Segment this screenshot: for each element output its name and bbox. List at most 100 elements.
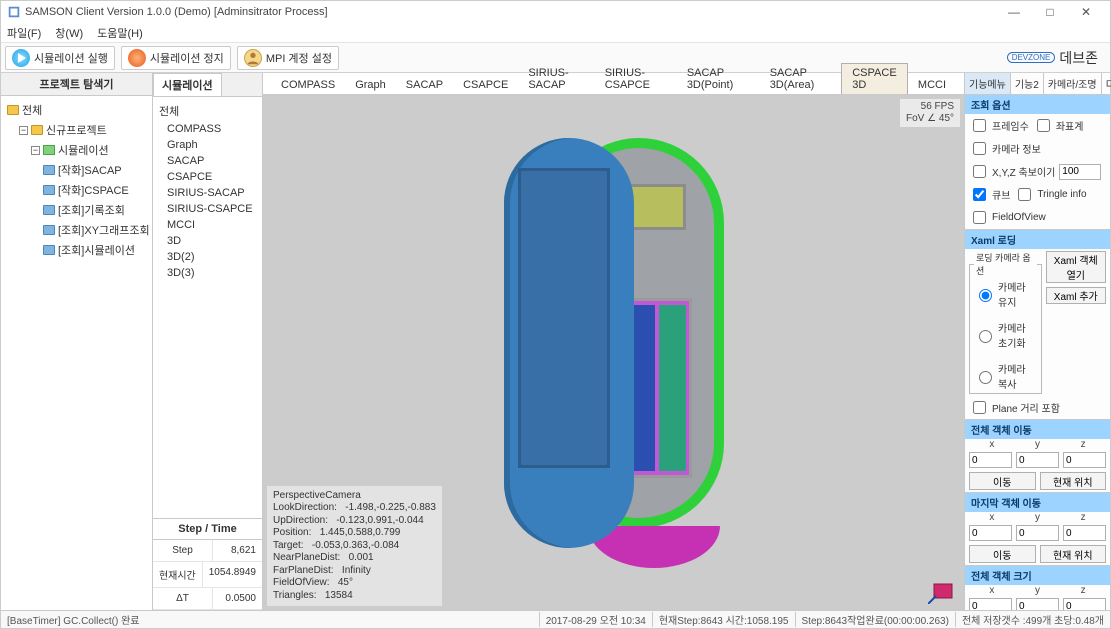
cb-caminfo[interactable]: 카메라 정보 (969, 139, 1041, 158)
project-tree: 전체 −신규프로젝트 −시뮬레이션 [작화]SACAP [작화]CSPACE [… (1, 96, 152, 264)
fps-overlay: 56 FPSFoV ∠ 45° (900, 99, 960, 127)
cb-tri[interactable]: Tringle info (1014, 185, 1086, 204)
view-tab[interactable]: SIRIUS-CSAPCE (595, 64, 677, 94)
xaml-open-button[interactable]: Xaml 객체 열기 (1046, 251, 1106, 283)
radio-keep-cam[interactable]: 카메라 유지 (974, 279, 1037, 309)
cb-frame[interactable]: 프레임수 (969, 116, 1029, 135)
move-last-current[interactable]: 현재 위치 (1040, 545, 1107, 563)
cb-xyzshow[interactable]: X,Y,Z 축보이기 (969, 162, 1055, 181)
list-item[interactable]: Graph (159, 137, 256, 153)
size-all-x[interactable] (969, 598, 1012, 610)
3d-viewport[interactable]: 56 FPSFoV ∠ 45° PerspectiveCameraLookDir… (263, 95, 964, 610)
move-all-y[interactable] (1016, 452, 1059, 468)
move-last-z[interactable] (1063, 525, 1106, 541)
cb-axis[interactable]: 좌표계 (1033, 116, 1084, 135)
list-item[interactable]: 3D(3) (159, 265, 256, 281)
size-all-y[interactable] (1016, 598, 1059, 610)
section-move-last: 마지막 객체 이동 (965, 493, 1110, 512)
expand-icon[interactable]: − (31, 146, 40, 155)
move-last-x[interactable] (969, 525, 1012, 541)
view-tab[interactable]: MCCI (908, 76, 956, 94)
simulation-list: 전체 COMPASS Graph SACAP CSAPCE SIRIUS-SAC… (153, 97, 262, 285)
tree-item-simview[interactable]: [조회]시뮬레이션 (3, 240, 150, 260)
radio-copy-cam[interactable]: 카메라 복사 (974, 361, 1037, 391)
leaf-icon (43, 225, 55, 235)
menu-window[interactable]: 창(W) (55, 25, 83, 41)
move-last-btn[interactable]: 이동 (969, 545, 1036, 563)
section-size-all: 전체 객체 크기 (965, 566, 1110, 585)
tree-item-sacap[interactable]: [작화]SACAP (3, 160, 150, 180)
status-step: 현재Step:8643 시간:1058.195 (652, 612, 795, 627)
expand-icon[interactable]: − (19, 126, 28, 135)
cb-fov[interactable]: FieldOfView (969, 208, 1046, 227)
view-tab[interactable]: SIRIUS-SACAP (518, 64, 594, 94)
view-tab[interactable]: CSPACE 3D (841, 63, 908, 94)
list-item[interactable]: MCCI (159, 217, 256, 233)
cb-cube[interactable]: 큐브 (969, 185, 1010, 204)
section-move-all: 전체 객체 이동 (965, 420, 1110, 439)
list-item[interactable]: 3D (159, 233, 256, 249)
move-last-y[interactable] (1016, 525, 1059, 541)
view-tab[interactable]: SACAP 3D(Point) (677, 64, 760, 94)
view-tab[interactable]: Graph (345, 76, 396, 94)
list-item[interactable]: SACAP (159, 153, 256, 169)
tree-item-record[interactable]: [조회]기록조회 (3, 200, 150, 220)
view-tab[interactable]: SACAP 3D(Area) (760, 64, 842, 94)
list-item[interactable]: SIRIUS-SACAP (159, 185, 256, 201)
mid-tab-simulation[interactable]: 시뮬레이션 (153, 73, 222, 96)
axis-gizmo[interactable] (928, 578, 958, 604)
view-tab[interactable]: CSAPCE (453, 76, 518, 94)
section-xaml: Xaml 로딩 (965, 230, 1110, 249)
move-all-z[interactable] (1063, 452, 1106, 468)
cb-plane-dist[interactable]: Plane 거리 포함 (969, 398, 1060, 417)
status-mem: 전체 저장갯수 :499개 초당:0.48개 (955, 612, 1110, 627)
list-item[interactable]: 3D(2) (159, 249, 256, 265)
tree-item-all[interactable]: 전체 (3, 100, 150, 120)
leaf-icon (43, 205, 55, 215)
move-all-x[interactable] (969, 452, 1012, 468)
rtab-debug[interactable]: 디버깅 (1102, 73, 1111, 94)
close-button[interactable]: ✕ (1068, 1, 1104, 23)
tree-item-simulation[interactable]: −시뮬레이션 (3, 140, 150, 160)
view-tab[interactable]: COMPASS (271, 76, 345, 94)
size-all-z[interactable] (1063, 598, 1106, 610)
project-explorer-header: 프로젝트 탐색기 (1, 73, 152, 96)
tree-item-xygraph[interactable]: [조회]XY그래프조회 (3, 220, 150, 240)
list-item[interactable]: CSAPCE (159, 169, 256, 185)
menu-help[interactable]: 도움말(H) (97, 25, 143, 41)
stop-simulation-button[interactable]: 시뮬레이션 정지 (121, 46, 231, 70)
list-item[interactable]: 전체 (159, 101, 256, 121)
move-all-btn[interactable]: 이동 (969, 472, 1036, 490)
leaf-icon (43, 165, 55, 175)
step-value: 8,621 (213, 540, 262, 561)
radio-reset-cam[interactable]: 카메라 초기화 (974, 320, 1037, 350)
user-icon (244, 49, 262, 67)
view-tabs: COMPASSGraphSACAPCSAPCESIRIUS-SACAPSIRIU… (263, 73, 964, 95)
3d-model (504, 138, 724, 568)
menubar: 파일(F) 창(W) 도움말(H) (1, 23, 1110, 43)
rtab-menu2[interactable]: 기능2 (1011, 73, 1044, 94)
xaml-add-button[interactable]: Xaml 추가 (1046, 287, 1106, 304)
minimize-button[interactable]: — (996, 1, 1032, 23)
leaf-icon (43, 185, 55, 195)
rtab-menu[interactable]: 기능메뉴 (965, 73, 1011, 94)
menu-file[interactable]: 파일(F) (7, 25, 41, 41)
move-all-current[interactable]: 현재 위치 (1040, 472, 1107, 490)
camera-info-overlay: PerspectiveCameraLookDirection: -1.498,-… (267, 486, 442, 607)
leaf-icon (43, 245, 55, 255)
run-simulation-button[interactable]: 시뮬레이션 실행 (5, 46, 115, 70)
list-item[interactable]: COMPASS (159, 121, 256, 137)
status-left: [BaseTimer] GC.Collect() 완료 (1, 612, 539, 627)
maximize-button[interactable]: □ (1032, 1, 1068, 23)
window-title: SAMSON Client Version 1.0.0 (Demo) [Admi… (25, 6, 328, 18)
stop-icon (128, 49, 146, 67)
mpi-settings-button[interactable]: MPI 계정 설정 (237, 46, 339, 70)
tree-item-new-project[interactable]: −신규프로젝트 (3, 120, 150, 140)
section-view-options: 조회 옵션 (965, 95, 1110, 114)
view-tab[interactable]: SACAP (396, 76, 453, 94)
list-item[interactable]: SIRIUS-CSAPCE (159, 201, 256, 217)
xyz-length-input[interactable] (1059, 164, 1101, 180)
rtab-camera[interactable]: 카메라/조명 (1044, 73, 1102, 94)
status-work: Step:8643작업완료(00:00:00.263) (795, 612, 955, 627)
tree-item-cspace[interactable]: [작화]CSPACE (3, 180, 150, 200)
